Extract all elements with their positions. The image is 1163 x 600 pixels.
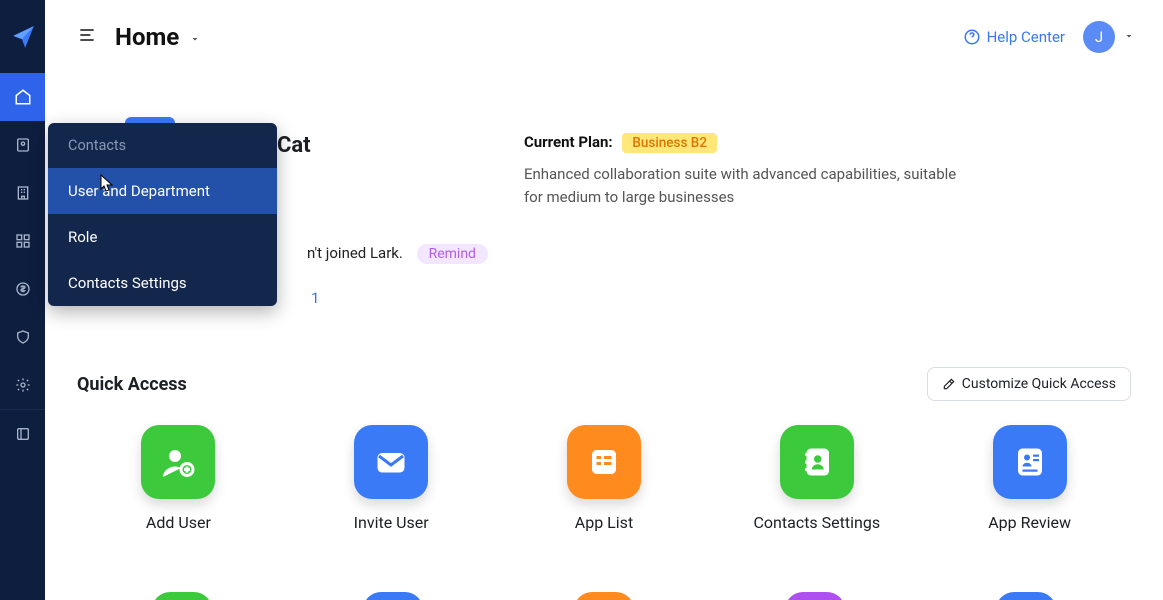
plan-badge: Business B2 <box>622 133 717 153</box>
qa-label: App List <box>575 513 633 532</box>
add-user-icon <box>160 444 196 480</box>
join-status-text: n't joined Lark. <box>307 244 403 262</box>
customize-label: Customize Quick Access <box>962 376 1116 392</box>
help-center-link[interactable]: Help Center <box>963 28 1065 46</box>
qa-contacts-settings[interactable]: Contacts Settings <box>715 425 918 532</box>
quick-access-title: Quick Access <box>77 374 187 395</box>
grid-icon <box>15 233 31 249</box>
menu-icon <box>77 25 97 45</box>
building-icon <box>15 185 31 201</box>
dollar-icon <box>15 281 31 297</box>
qa-stub[interactable] <box>363 592 423 600</box>
avatar-initial: J <box>1095 28 1103 46</box>
qa-stub[interactable] <box>996 592 1056 600</box>
logo <box>0 0 45 73</box>
contacts-submenu: Contacts User and Department Role Contac… <box>48 123 277 306</box>
qa-label: App Review <box>988 513 1071 532</box>
customize-quick-access-button[interactable]: Customize Quick Access <box>927 367 1131 401</box>
edit-icon <box>942 377 956 391</box>
nav-collapse[interactable] <box>0 410 45 458</box>
help-icon <box>963 28 981 46</box>
envelope-icon <box>373 444 409 480</box>
home-icon <box>14 88 32 106</box>
nav-home[interactable] <box>0 73 45 121</box>
submenu-contacts-settings[interactable]: Contacts Settings <box>48 260 277 306</box>
qa-stub[interactable] <box>152 592 212 600</box>
qa-app-list[interactable]: App List <box>503 425 706 532</box>
review-icon <box>1012 444 1048 480</box>
plan-description: Enhanced collaboration suite with advanc… <box>524 163 974 210</box>
qa-label: Add User <box>146 513 211 532</box>
page-title: Home <box>115 23 179 51</box>
qa-app-review[interactable]: App Review <box>928 425 1131 532</box>
user-menu[interactable]: J <box>1083 21 1135 53</box>
nav-contacts[interactable] <box>0 121 45 169</box>
paper-plane-icon <box>10 24 36 50</box>
chevron-down-icon <box>1123 27 1135 46</box>
chevron-down-icon <box>189 23 201 51</box>
submenu-heading: Contacts <box>48 123 277 168</box>
qa-add-user[interactable]: Add User <box>77 425 280 532</box>
nav-settings[interactable] <box>0 361 45 409</box>
menu-toggle[interactable] <box>77 25 97 49</box>
submenu-user-and-department[interactable]: User and Department <box>48 168 277 214</box>
user-box-icon <box>15 137 31 153</box>
remind-button[interactable]: Remind <box>417 244 488 264</box>
quick-access-row2 <box>77 592 1131 600</box>
plan-section: Current Plan: Business B2 <box>524 133 974 151</box>
collapse-icon <box>15 426 31 442</box>
contacts-book-icon <box>799 444 835 480</box>
qa-stub[interactable] <box>785 592 845 600</box>
qa-invite-user[interactable]: Invite User <box>290 425 493 532</box>
shield-icon <box>15 329 31 345</box>
plan-label: Current Plan: <box>524 133 613 151</box>
nav-security[interactable] <box>0 313 45 361</box>
qa-stub[interactable] <box>574 592 634 600</box>
sidebar <box>0 0 45 600</box>
gear-icon <box>15 377 31 393</box>
qa-label: Invite User <box>354 513 429 532</box>
header: Home Help Center J <box>45 0 1163 73</box>
page-title-dropdown[interactable]: Home <box>115 23 201 51</box>
quick-access-grid: Add User Invite User App List Contacts S… <box>77 425 1131 532</box>
qa-label: Contacts Settings <box>754 513 881 532</box>
nav-billing[interactable] <box>0 265 45 313</box>
invite-link[interactable]: 1 <box>311 289 319 307</box>
nav-building[interactable] <box>0 169 45 217</box>
nav-apps[interactable] <box>0 217 45 265</box>
help-center-label: Help Center <box>987 28 1065 46</box>
avatar: J <box>1083 21 1115 53</box>
list-icon <box>586 444 622 480</box>
submenu-role[interactable]: Role <box>48 214 277 260</box>
